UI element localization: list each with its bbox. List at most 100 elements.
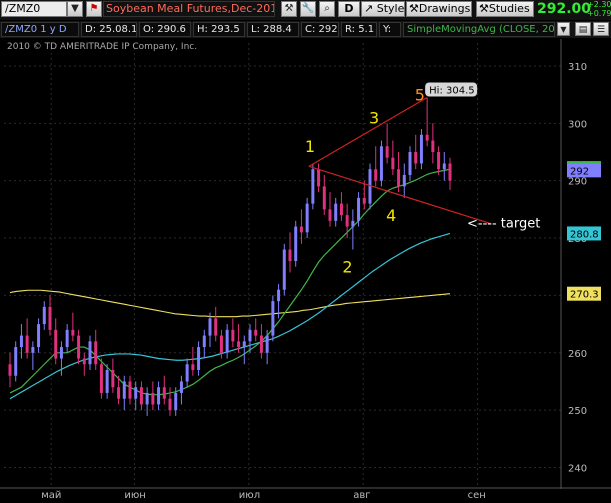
candle-body xyxy=(208,318,212,336)
studies-label: Studies xyxy=(488,2,530,15)
bar-open: O: 290.6 xyxy=(139,22,191,37)
bar-close: C: 292 xyxy=(301,22,339,37)
candle-body xyxy=(299,226,303,233)
grid xyxy=(4,43,561,485)
price-tick-label: 240 xyxy=(568,464,587,475)
wrench-icon[interactable]: 🔧 xyxy=(300,1,316,17)
candle-body xyxy=(117,387,121,399)
candle-body xyxy=(19,335,23,348)
candle-body xyxy=(151,392,155,405)
candle-body xyxy=(191,364,195,370)
candle-body xyxy=(431,140,435,152)
instrument-description: Soybean Meal Futures,Dec-2010,E... xyxy=(103,1,275,17)
candle-body xyxy=(254,329,258,336)
candle-body xyxy=(225,329,229,353)
candle-body xyxy=(242,341,246,348)
candle-body xyxy=(277,289,281,302)
month-label: июн xyxy=(124,490,145,501)
chart-toolbar: /ZMZ0 ▼ ⚑ Soybean Meal Futures,Dec-2010,… xyxy=(0,0,611,20)
candle-body xyxy=(65,329,69,348)
candle-body xyxy=(145,392,149,405)
candle-body xyxy=(248,329,252,342)
chart-menu-icon[interactable]: ☰ xyxy=(593,22,609,36)
candle-body xyxy=(311,169,315,204)
search-icon[interactable]: ⌕ xyxy=(319,1,335,17)
y-value: Y: xyxy=(379,22,401,37)
flag-icon[interactable]: ⚑ xyxy=(86,1,102,17)
symbol-dropdown-icon[interactable]: ▼ xyxy=(67,1,83,17)
bar-high: H: 293.5 xyxy=(193,22,245,37)
candle-body xyxy=(48,306,52,330)
candle-body xyxy=(174,392,178,411)
candle-body xyxy=(259,335,263,353)
wave-label-2: 2 xyxy=(342,257,352,276)
candle-body xyxy=(357,197,361,221)
settings-icon[interactable]: ⚒ xyxy=(281,1,297,17)
price-label: 292 xyxy=(570,166,589,177)
month-label: авг xyxy=(353,490,370,501)
candle-body xyxy=(379,146,383,181)
drawings-icon: ⚒ xyxy=(409,2,419,15)
candle-body xyxy=(408,152,412,175)
candle-body xyxy=(82,358,86,365)
wave-label-4: 4 xyxy=(386,206,396,225)
quick-chart-icon[interactable]: ▤ xyxy=(575,22,591,36)
candle-body xyxy=(88,341,92,365)
candle-body xyxy=(185,364,189,382)
symbol-input[interactable]: /ZMZ0 xyxy=(1,1,67,17)
target-label: <---- target xyxy=(467,216,540,231)
candle-body xyxy=(54,329,58,359)
candle-body xyxy=(362,197,366,204)
candle-body xyxy=(59,347,63,359)
study-label[interactable]: SimpleMovingAvg (CLOSE, 20, 0) xyxy=(403,22,555,37)
price-label: 270.3 xyxy=(570,290,599,301)
candle-body xyxy=(437,152,441,170)
candle-body xyxy=(99,364,103,393)
candle-body xyxy=(8,364,12,376)
drawings-button[interactable]: ⚒Drawings xyxy=(406,1,472,17)
candle-body xyxy=(345,215,349,227)
candle-body xyxy=(288,249,292,261)
candle-body xyxy=(374,169,378,181)
last-price: 292.00 xyxy=(537,1,592,17)
price-axis: 240250260270280290300310майиюниюлавгсен xyxy=(0,39,611,501)
candle-body xyxy=(202,335,206,348)
style-icon: ↗ xyxy=(364,2,377,15)
candle-body xyxy=(25,335,29,353)
bar-date: D: 25.08.10 xyxy=(81,22,137,37)
candle-body xyxy=(317,169,321,187)
style-label: Style xyxy=(376,2,405,15)
month-label: май xyxy=(41,490,61,501)
candle-body xyxy=(219,335,223,353)
study-dropdown-icon[interactable]: ▼ xyxy=(557,22,570,36)
wave-label-5: 5 xyxy=(415,85,425,104)
period-button[interactable]: D xyxy=(338,1,360,17)
candle-body xyxy=(237,341,241,348)
candle-body xyxy=(265,335,269,353)
candle-body xyxy=(231,329,235,342)
candle-body xyxy=(385,146,389,158)
candle-body xyxy=(134,387,138,399)
studies-button[interactable]: ⚒Studies xyxy=(476,1,534,17)
candle-body xyxy=(351,220,355,227)
candle-body xyxy=(425,134,429,141)
candle-body xyxy=(168,398,172,411)
symbol-period[interactable]: /ZMZ0 1 y D xyxy=(1,22,79,37)
price-tick-label: 310 xyxy=(568,62,587,73)
month-label: июл xyxy=(239,490,260,501)
wave-label-1: 1 xyxy=(305,137,315,156)
drawings-label: Drawings xyxy=(418,2,471,15)
candle-body xyxy=(294,226,298,261)
candle-body xyxy=(77,335,81,359)
price-chart[interactable]: 240250260270280290300310майиюниюлавгсен … xyxy=(0,39,611,503)
candle-body xyxy=(448,163,452,181)
studies-icon: ⚒ xyxy=(479,2,489,15)
candle-body xyxy=(197,347,201,370)
candle-body xyxy=(37,324,41,348)
candle-body xyxy=(442,163,446,170)
candle-body xyxy=(94,341,98,365)
high-label: Hi: 304.5 xyxy=(429,86,474,97)
sma50-line xyxy=(9,232,451,400)
style-button[interactable]: ↗ Style xyxy=(361,1,405,17)
candle-body xyxy=(305,203,309,233)
